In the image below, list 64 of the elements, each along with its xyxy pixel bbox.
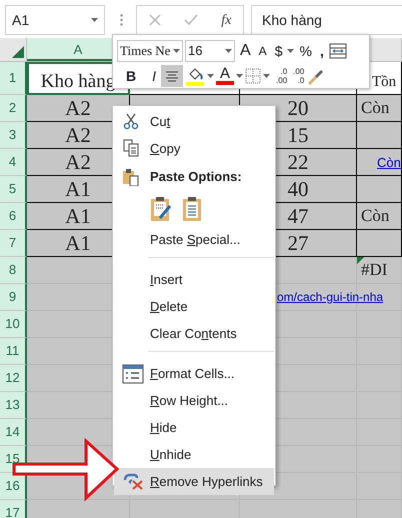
caret-icon[interactable] [263,74,270,78]
caret-icon[interactable] [287,48,294,52]
scissors-icon [122,112,140,130]
fill-color-icon[interactable] [185,66,206,86]
row-header[interactable]: 7 [0,230,27,257]
increase-decimal-button[interactable]: .0 .00 [276,66,288,84]
row-header[interactable]: 9 [0,284,27,311]
row-header[interactable]: 11 [0,338,27,365]
row-header[interactable]: 17 [0,500,27,518]
row-header[interactable]: 5 [0,176,27,203]
menu-item[interactable]: Insert [114,266,274,293]
select-all-icon[interactable] [12,46,24,58]
paste-formatting-icon[interactable] [150,196,174,222]
menu-item[interactable]: Hide [114,414,274,441]
borders-icon[interactable] [245,68,262,84]
clipboard-icon [122,168,140,186]
table-cell: Còn [357,203,402,230]
hyperlink[interactable]: Còn [377,155,401,170]
row-header[interactable]: 6 [0,203,27,230]
caret-icon[interactable] [173,48,180,52]
currency-button[interactable]: $ [272,40,286,62]
row-header[interactable]: 14 [0,419,27,446]
table-cell: #DI [357,257,402,284]
percent-button[interactable]: % [296,40,315,62]
row-header[interactable]: 2 [0,95,27,122]
row-header[interactable]: 12 [0,365,27,392]
caret-icon[interactable] [207,74,214,78]
row-header[interactable]: 16 [0,473,27,500]
shrink-font-button[interactable]: A [256,40,270,62]
font-size-dropdown[interactable]: 16 [185,40,235,62]
menu-item[interactable]: Delete [114,293,274,320]
table-cell: Còn [357,95,402,122]
menu-item[interactable]: Clear Contents [114,320,274,347]
font-color-button[interactable]: A [216,66,234,85]
check-icon[interactable] [184,14,198,26]
comma-style-button[interactable]: , [316,40,327,62]
menu-item[interactable]: Format Cells... [114,360,274,387]
menu-heading: Paste Options: [150,168,242,186]
font-name-dropdown[interactable]: Times Ne [117,40,183,62]
align-center-icon[interactable] [161,64,184,86]
copy-icon [122,139,140,157]
menu-item[interactable]: Remove Hyperlinks [114,468,274,495]
row-header[interactable]: 4 [0,149,27,176]
row-header[interactable]: 13 [0,392,27,419]
format-cells-icon [122,364,144,384]
decrease-decimal-button[interactable]: .00 .0 [293,66,304,84]
hyperlink[interactable]: om/cach-gui-tin-nha [277,288,384,306]
row-header[interactable]: 10 [0,311,27,338]
row-header[interactable]: 8 [0,257,27,284]
row-header[interactable]: 1 [0,62,27,95]
italic-button[interactable]: I [149,64,160,86]
caret-icon[interactable] [91,18,98,22]
grip-icon [120,14,123,26]
insert-function-button[interactable]: fx [221,10,232,30]
wrap-text-icon[interactable] [328,42,347,58]
grow-font-button[interactable]: A [237,40,254,62]
menu-item[interactable]: Unhide [114,441,274,468]
name-box[interactable]: A1 [5,5,105,35]
remove-link-icon [122,472,144,490]
caret-icon[interactable] [236,74,244,78]
row-header[interactable]: 3 [0,122,27,149]
menu-item[interactable]: Row Height... [114,387,274,414]
caret-icon[interactable] [225,48,232,52]
paste-icon[interactable] [182,196,202,222]
